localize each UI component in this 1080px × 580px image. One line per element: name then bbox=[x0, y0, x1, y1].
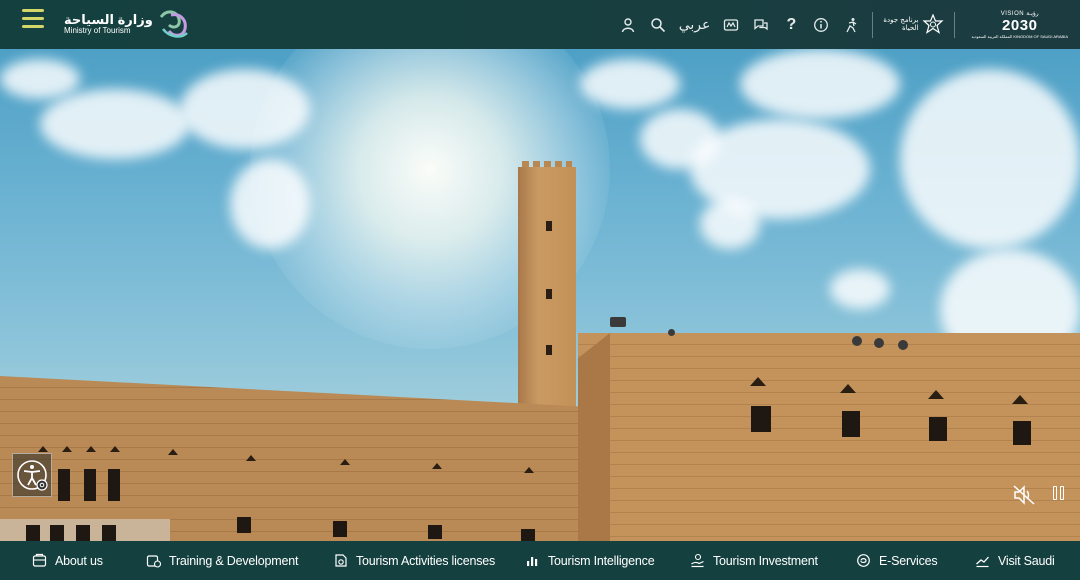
accessibility-settings-button[interactable] bbox=[12, 453, 52, 497]
nav-label: Visit Saudi bbox=[998, 553, 1055, 568]
help-icon[interactable]: ? bbox=[776, 10, 806, 40]
license-icon bbox=[335, 554, 347, 567]
vision-2030-logo[interactable]: VISION رؤيـة 2030 المملكة العربية السعود… bbox=[961, 10, 1080, 39]
user-icon[interactable] bbox=[613, 10, 643, 40]
vision-year: 2030 bbox=[1002, 17, 1038, 34]
menu-icon[interactable] bbox=[22, 9, 44, 29]
visit-icon bbox=[976, 556, 989, 568]
language-toggle[interactable]: عربي bbox=[673, 17, 717, 33]
top-header: وزارة السياحة Ministry of Tourism عربي ? bbox=[0, 0, 1080, 49]
accessibility-icon bbox=[17, 460, 48, 491]
logo-mark-icon bbox=[159, 10, 188, 38]
nav-label: Tourism Activities licenses bbox=[356, 553, 496, 568]
qol-text-line2: الحياة bbox=[901, 23, 919, 32]
header-divider bbox=[954, 11, 956, 38]
eservices-icon bbox=[857, 554, 870, 567]
search-icon[interactable] bbox=[643, 10, 673, 40]
nav-label: Tourism Intelligence bbox=[548, 553, 655, 568]
training-icon bbox=[146, 555, 161, 568]
logo-english-text: Ministry of Tourism bbox=[64, 25, 131, 35]
accessibility-run-icon[interactable] bbox=[836, 10, 866, 40]
nav-label: Training & Development bbox=[169, 553, 299, 568]
chat-icon[interactable] bbox=[746, 10, 776, 40]
quality-of-life-logo[interactable]: برنامج جودة الحياة bbox=[879, 13, 948, 36]
bottom-nav: About us Training & Development Tourism … bbox=[0, 541, 1080, 580]
nav-tourism-intelligence[interactable]: Tourism Intelligence bbox=[525, 541, 655, 580]
qol-star-icon bbox=[922, 13, 945, 34]
fort-wall-left bbox=[0, 376, 583, 541]
vision-label: VISION رؤيـة bbox=[1000, 11, 1039, 17]
info-box-icon bbox=[32, 553, 47, 567]
nav-visit-saudi[interactable]: Visit Saudi bbox=[975, 541, 1055, 580]
header-divider bbox=[872, 11, 874, 38]
nav-label: Tourism Investment bbox=[713, 553, 818, 568]
logo-arabic-text: وزارة السياحة bbox=[64, 11, 153, 27]
ministry-logo[interactable]: وزارة السياحة Ministry of Tourism bbox=[64, 2, 191, 46]
nav-about-us[interactable]: About us bbox=[32, 541, 103, 580]
nav-tourism-licenses[interactable]: Tourism Activities licenses bbox=[333, 541, 495, 580]
mute-icon[interactable] bbox=[1012, 484, 1036, 506]
nav-e-services[interactable]: E-Services bbox=[856, 541, 938, 580]
sign-language-icon[interactable] bbox=[716, 10, 746, 40]
vision-kingdom: المملكة العربية السعودية KINGDOM OF SAUD… bbox=[971, 34, 1068, 39]
fort-wall-right bbox=[578, 333, 1080, 541]
pause-button[interactable] bbox=[1050, 486, 1066, 504]
nav-training[interactable]: Training & Development bbox=[146, 541, 298, 580]
info-icon[interactable] bbox=[806, 10, 836, 40]
nav-tourism-investment[interactable]: Tourism Investment bbox=[690, 541, 818, 580]
header-toolbar: عربي ? برنامج جودة الحياة VISION رؤيـة 2… bbox=[613, 0, 1080, 49]
nav-label: E-Services bbox=[879, 553, 938, 568]
bar-chart-icon bbox=[527, 557, 538, 566]
hero-video bbox=[0, 49, 1080, 541]
nav-label: About us bbox=[55, 553, 103, 568]
investment-icon bbox=[691, 553, 704, 568]
